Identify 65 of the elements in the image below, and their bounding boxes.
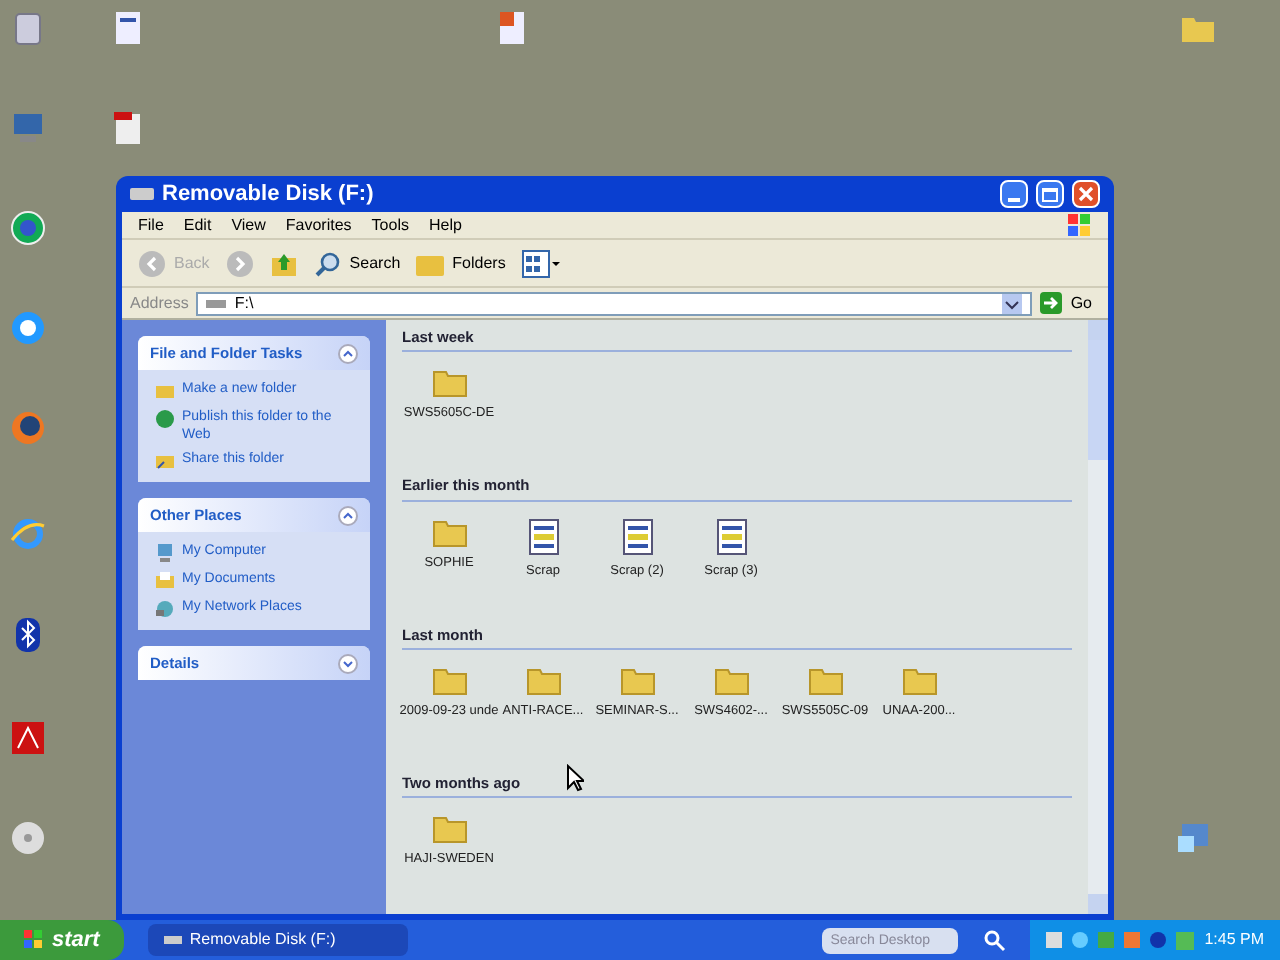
folder-icon [807,665,843,696]
disc-icon[interactable] [10,820,46,856]
documents-folder-icon [154,570,176,592]
folder-icon [901,665,937,696]
browser-icon[interactable] [10,410,46,446]
folder-icon [713,665,749,696]
folder-icon [619,665,655,696]
taskbar-button[interactable]: Removable Disk (F:) [147,924,408,956]
mouse-pointer-icon [566,764,584,792]
collapse-chevron-icon[interactable] [338,343,358,363]
folder-icon [525,665,561,696]
drive-icon [206,297,227,309]
folders-button[interactable]: Folders [416,251,506,275]
scrap-document-icon [715,517,747,555]
window-title: Removable Disk (F:) [162,179,376,210]
expand-chevron-icon[interactable] [338,653,358,673]
computer-icon [154,542,176,564]
folder-icon [431,814,467,844]
computer-icon[interactable] [10,110,46,146]
document-icon[interactable] [110,10,146,46]
scrap-document-icon [621,517,653,555]
folder-icon [431,368,467,399]
windows-logo-icon [24,930,44,950]
menu-item[interactable]: File [138,213,164,237]
windows-logo-icon [1068,214,1092,236]
document-icon[interactable] [494,10,530,46]
folder-icon [431,665,467,696]
globe-icon [154,408,176,430]
search-icon[interactable] [982,928,1007,952]
search-icon [313,249,342,277]
menu-item[interactable]: Edit [183,213,212,237]
folder-icon [416,251,445,275]
clock: 1:45 PM [1204,928,1264,952]
menu-item[interactable]: View [231,213,266,237]
pdf-document-icon[interactable] [110,110,146,146]
search-button[interactable]: Search [313,249,401,277]
close-button[interactable] [1072,180,1100,208]
network-icon [154,598,176,620]
bluetooth-icon[interactable] [10,616,46,652]
collapse-chevron-icon[interactable] [338,505,358,525]
menu-item[interactable]: Favorites [285,213,352,237]
address-label: Address [130,291,189,315]
forward-button[interactable] [225,249,254,277]
up-folder-icon[interactable] [269,249,298,277]
go-arrow-icon [1040,292,1063,314]
pdf-reader-icon[interactable] [10,720,46,756]
start-button[interactable]: start [0,920,124,960]
menu-item[interactable]: Tools [371,213,409,237]
new-folder-icon [154,380,176,402]
browser-icon[interactable] [10,516,46,552]
drive-icon [163,934,182,946]
folder-icon [431,517,467,547]
scrap-document-icon [527,517,559,555]
maximize-button[interactable] [1036,180,1064,208]
address-field[interactable]: F:\ [196,291,1033,315]
close-icon [1078,186,1094,202]
go-button[interactable]: Go [1040,291,1100,315]
menu-item[interactable]: Help [428,213,462,237]
minimize-button[interactable] [1000,180,1028,208]
network-computer-icon[interactable] [1176,820,1212,856]
scrollbar[interactable] [1088,320,1108,914]
shared-folder-icon [154,450,176,472]
dropdown-icon[interactable] [1002,293,1023,313]
views-icon[interactable] [521,249,562,277]
drive-icon [130,186,154,202]
